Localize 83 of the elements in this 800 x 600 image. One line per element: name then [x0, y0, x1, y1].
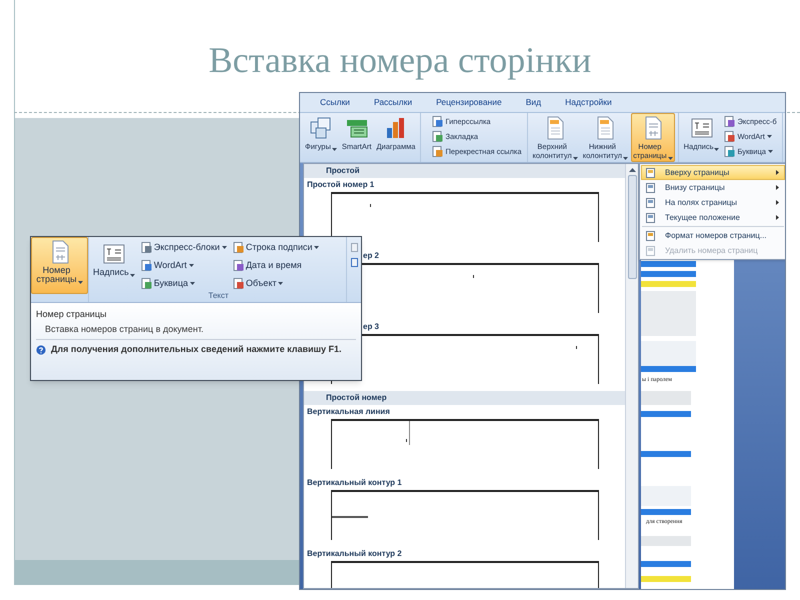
- number-mark: [370, 204, 371, 207]
- menu-item[interactable]: Внизу страницы: [641, 180, 785, 195]
- caret-icon: [668, 157, 673, 160]
- caret-icon: [78, 281, 83, 284]
- page-icon: [724, 131, 736, 142]
- page-icon: [724, 116, 736, 127]
- page-icon: [646, 246, 655, 256]
- text-box-icon: [102, 242, 126, 266]
- submenu-arrow-icon: [776, 200, 779, 205]
- caret-icon: [623, 157, 628, 160]
- ribbon-tab[interactable]: Вид: [526, 96, 542, 109]
- page-icon: [432, 131, 444, 142]
- page-icon: [646, 230, 655, 240]
- menu-item[interactable]: Вверху страницы: [641, 165, 785, 180]
- submenu-arrow-icon: [776, 170, 779, 175]
- ribbon-button[interactable]: Буквица: [138, 275, 229, 291]
- section-header: Простой номер: [304, 391, 625, 405]
- help-icon: [36, 344, 46, 355]
- page-preview[interactable]: [331, 192, 599, 242]
- ribbon-button[interactable]: WordArt: [138, 257, 229, 273]
- menu-item[interactable]: Текущее положение: [641, 210, 785, 225]
- number-mark: [473, 275, 474, 278]
- section-header: Простой: [304, 164, 625, 178]
- ribbon-button[interactable]: Дата и время: [230, 257, 322, 273]
- caret-icon: [130, 274, 135, 277]
- page-icon: [646, 168, 655, 178]
- gallery-item-label[interactable]: Вертикальный контур 2: [307, 547, 402, 561]
- cubes-icon: [308, 116, 333, 140]
- gallery-item-label[interactable]: ер 3: [363, 320, 380, 334]
- submenu-arrow-icon: [776, 215, 779, 220]
- page-icon: [140, 260, 152, 270]
- ribbon-tab[interactable]: Рассылки: [374, 96, 412, 109]
- caret-icon: [572, 157, 578, 160]
- menu-item[interactable]: На полях страницы: [641, 195, 785, 210]
- ribbon-button[interactable]: Строка подписи: [230, 239, 322, 255]
- caret-icon: [768, 150, 773, 153]
- page-icon: [646, 198, 655, 208]
- number-mark: [406, 439, 407, 442]
- page-icon: [140, 242, 152, 252]
- page-icon: [140, 278, 152, 288]
- menu-item[interactable]: Формат номеров страниц...: [641, 225, 785, 243]
- gallery-item-label[interactable]: Простой номер 1: [307, 178, 374, 192]
- ribbon-button[interactable]: Надпись: [91, 239, 137, 279]
- submenu-arrow-icon: [776, 185, 779, 190]
- vertical-line: [409, 421, 410, 445]
- help-text: Для получения дополнительных сведений нажмите клавишу F1.: [51, 343, 342, 356]
- ribbon-tab[interactable]: Надстройки: [565, 96, 612, 109]
- page-icon: [232, 242, 244, 252]
- page-icon: [646, 212, 655, 222]
- caret-icon: [332, 148, 337, 151]
- tooltip-description: Вставка номеров страниц в документ.: [44, 323, 204, 335]
- page-icon: [724, 146, 736, 157]
- group-label: Текст: [208, 291, 229, 302]
- caret-icon: [222, 246, 227, 248]
- ribbon-button[interactable]: Номер страницы: [31, 237, 88, 294]
- caret-icon: [714, 148, 720, 151]
- slide-title: Вставка номера сторінки: [208, 39, 592, 82]
- gallery-item-label[interactable]: ер 2: [363, 249, 380, 263]
- number-mark: [576, 346, 577, 349]
- text-box-icon: [690, 116, 714, 140]
- page-icon: [646, 182, 655, 192]
- scrollbar[interactable]: [625, 164, 638, 588]
- gallery-item-label[interactable]: Вертикальный контур 1: [307, 476, 402, 490]
- page-icon: [432, 146, 444, 157]
- caret-icon: [188, 264, 194, 266]
- caret-icon: [190, 282, 195, 284]
- scrollbar-thumb[interactable]: [628, 175, 636, 279]
- contour-line: [332, 516, 368, 518]
- page-icon: [232, 278, 244, 288]
- up-arrow-icon: [628, 167, 636, 172]
- page-icon: [432, 116, 444, 127]
- page-preview[interactable]: [331, 419, 599, 469]
- ribbon-tab[interactable]: Ссылки: [320, 96, 350, 109]
- page-preview[interactable]: [331, 490, 599, 540]
- caret-icon: [314, 246, 320, 248]
- ribbon-button[interactable]: Объект: [230, 275, 322, 291]
- ribbon-tab[interactable]: Рецензирование: [436, 96, 502, 109]
- gallery-item-label[interactable]: Вертикальная линия: [307, 405, 390, 419]
- page-icon: [232, 260, 244, 270]
- caret-icon: [766, 135, 772, 138]
- caret-icon: [278, 282, 284, 284]
- ribbon-button[interactable]: Экспресс-блоки: [138, 239, 229, 255]
- tooltip-title: Номер страницы: [36, 308, 108, 320]
